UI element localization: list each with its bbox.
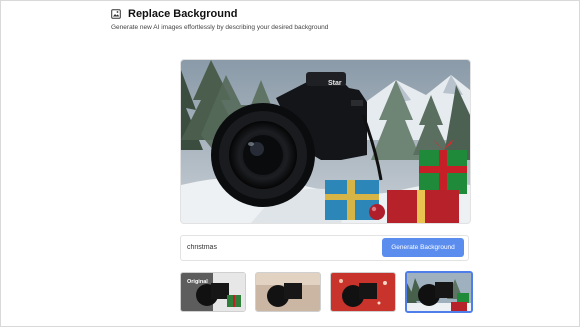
preview-scene: Star	[181, 60, 470, 223]
thumbnail-original[interactable]: Original	[180, 272, 246, 312]
thumbnail-variant-2[interactable]	[255, 272, 321, 312]
generate-background-button[interactable]: Generate Background	[382, 238, 464, 257]
page-subtitle: Generate new AI images effortlessly by d…	[111, 24, 329, 31]
thumb-label-original: Original	[187, 279, 208, 285]
thumb-2-image	[331, 273, 395, 311]
thumbnail-christmas-selected[interactable]	[405, 271, 473, 313]
thumbnail-variant-3[interactable]	[330, 272, 396, 312]
preview-image: Star	[180, 59, 471, 224]
prompt-field[interactable]: Generate Background	[180, 235, 469, 261]
camera-brand-text: Star	[328, 80, 342, 87]
thumbnail-strip: Original	[0, 271, 580, 313]
page-title: Replace Background	[128, 8, 238, 20]
image-sparkle-icon	[111, 9, 121, 19]
header: Replace Background	[111, 8, 237, 20]
prompt-input[interactable]	[181, 236, 377, 259]
thumb-1-image	[256, 273, 320, 311]
thumb-3-image	[407, 273, 471, 311]
